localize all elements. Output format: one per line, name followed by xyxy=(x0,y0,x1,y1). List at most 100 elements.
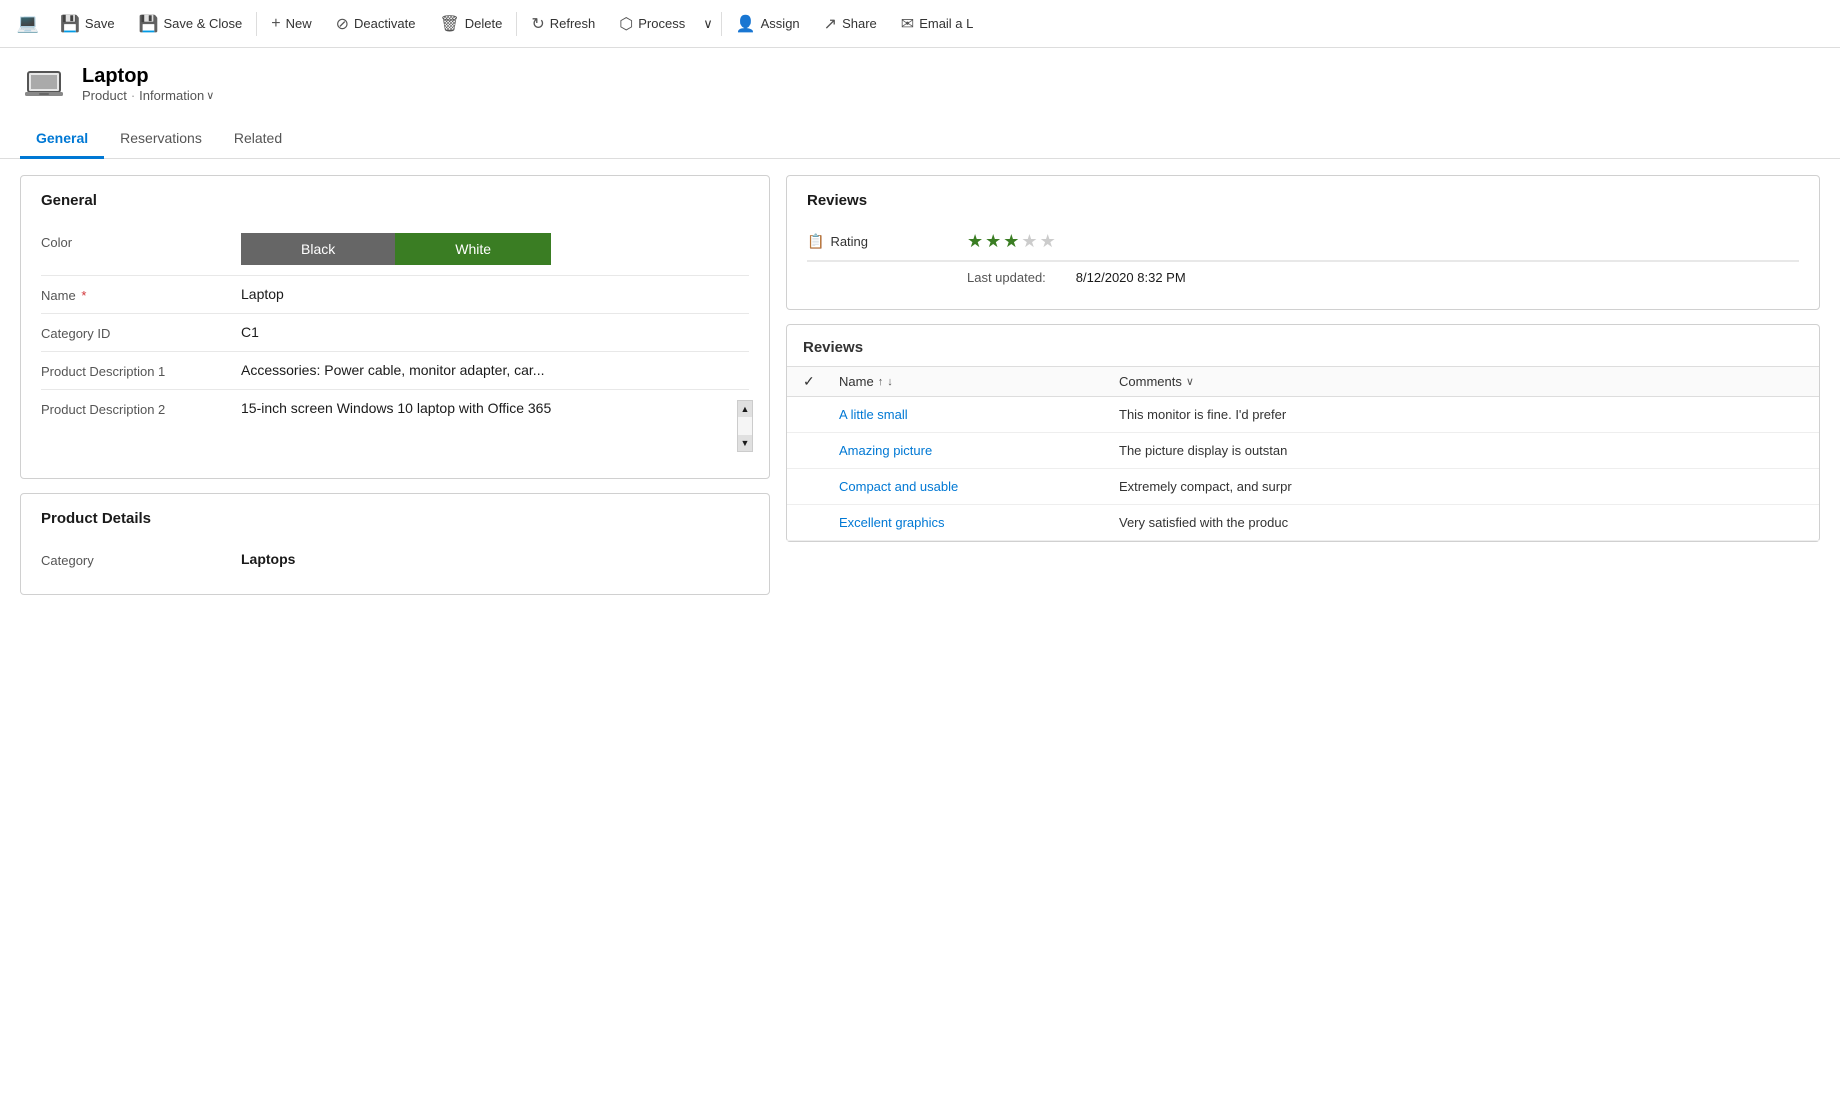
star-3: ★ xyxy=(1003,231,1019,252)
email-icon: ✉ xyxy=(901,14,914,34)
category-id-label: Category ID xyxy=(41,324,241,341)
tabs-bar: General Reservations Related xyxy=(0,120,1840,159)
reviews-summary-card: Reviews 📋 Rating ★ ★ ★ ★ ★ xyxy=(786,175,1820,310)
table-row: A little small This monitor is fine. I'd… xyxy=(787,397,1819,433)
product-icon xyxy=(20,60,68,108)
review-row-1-name[interactable]: A little small xyxy=(839,407,1119,422)
breadcrumb-separator: · xyxy=(131,88,135,103)
process-dropdown-arrow[interactable]: ∨ xyxy=(697,10,719,38)
star-2: ★ xyxy=(985,231,1001,252)
breadcrumb-info-dropdown[interactable]: Information ∨ xyxy=(139,88,214,103)
tab-related[interactable]: Related xyxy=(218,120,298,159)
star-5: ★ xyxy=(1040,231,1056,252)
email-button[interactable]: ✉ Email a L xyxy=(889,0,986,47)
table-row: Compact and usable Extremely compact, an… xyxy=(787,469,1819,505)
sort-desc-icon[interactable]: ↓ xyxy=(887,376,893,388)
comments-header-col[interactable]: Comments ∨ xyxy=(1119,374,1803,389)
refresh-button[interactable]: ↻ Refresh xyxy=(519,0,607,47)
table-row: Excellent graphics Very satisfied with t… xyxy=(787,505,1819,541)
breadcrumb: Product · Information ∨ xyxy=(82,88,214,103)
scroll-bar: ▲ ▼ xyxy=(737,400,753,452)
name-header-col[interactable]: Name ↑ ↓ xyxy=(839,374,1119,389)
review-row-3-name[interactable]: Compact and usable xyxy=(839,479,1119,494)
required-marker: * xyxy=(81,288,86,303)
deactivate-icon: ⊘ xyxy=(336,14,349,34)
review-row-1-comment: This monitor is fine. I'd prefer xyxy=(1119,407,1803,422)
toolbar-divider-3 xyxy=(721,12,722,36)
save-icon: 💾 xyxy=(60,14,80,34)
new-icon: + xyxy=(271,15,280,33)
category-id-value: C1 xyxy=(241,324,749,340)
process-dropdown[interactable]: ⬡ Process ∨ xyxy=(607,8,718,40)
breadcrumb-info-label: Information xyxy=(139,88,204,103)
tab-reservations[interactable]: Reservations xyxy=(104,120,218,159)
product-details-card: Product Details Category Laptops xyxy=(20,493,770,595)
general-card: General Color Black White Name * Laptop xyxy=(20,175,770,479)
save-close-icon: 💾 xyxy=(139,14,159,34)
reviews-table-body: A little small This monitor is fine. I'd… xyxy=(787,397,1819,541)
scroll-up-button[interactable]: ▲ xyxy=(738,401,752,417)
scroll-down-button[interactable]: ▼ xyxy=(738,435,752,451)
delete-icon: 🗑 xyxy=(439,14,459,34)
save-button[interactable]: 💾 Save xyxy=(48,0,127,47)
delete-button[interactable]: 🗑 Delete xyxy=(427,0,514,47)
back-icon: 💻 xyxy=(17,13,39,34)
reviews-table-card: Reviews ✓ Name ↑ ↓ Comments ∨ A xyxy=(786,324,1820,542)
save-close-button[interactable]: 💾 Save & Close xyxy=(127,0,255,47)
review-row-2-name[interactable]: Amazing picture xyxy=(839,443,1119,458)
share-icon: ↗ xyxy=(824,14,837,34)
header-info: Laptop Product · Information ∨ xyxy=(82,65,214,103)
back-button[interactable]: 💻 xyxy=(8,0,48,48)
right-panel: Reviews 📋 Rating ★ ★ ★ ★ ★ xyxy=(786,175,1820,1079)
assign-icon: 👤 xyxy=(736,14,756,34)
star-4: ★ xyxy=(1021,231,1037,252)
rating-row: 📋 Rating ★ ★ ★ ★ ★ xyxy=(807,223,1799,261)
review-row-4-name[interactable]: Excellent graphics xyxy=(839,515,1119,530)
page-header: Laptop Product · Information ∨ xyxy=(0,48,1840,112)
breadcrumb-chevron-icon: ∨ xyxy=(206,89,214,102)
name-field-row: Name * Laptop xyxy=(41,276,749,314)
reviews-table-header: ✓ Name ↑ ↓ Comments ∨ xyxy=(787,366,1819,397)
category-field-row: Category Laptops xyxy=(41,541,749,578)
product-desc2-field-row: Product Description 2 15-inch screen Win… xyxy=(41,390,749,462)
toolbar-divider-2 xyxy=(516,12,517,36)
main-content: General Color Black White Name * Laptop xyxy=(0,159,1840,1095)
last-updated-row: Last updated: 8/12/2020 8:32 PM xyxy=(807,261,1799,293)
color-button-group: Black White xyxy=(241,233,749,265)
name-label: Name * xyxy=(41,286,241,303)
category-id-field-row: Category ID C1 xyxy=(41,314,749,352)
laptop-svg-icon xyxy=(24,64,64,104)
color-white-button[interactable]: White xyxy=(395,233,551,265)
reviews-table-title: Reviews xyxy=(787,325,1819,366)
checkmark-header-icon: ✓ xyxy=(803,373,815,389)
comments-sort-icon[interactable]: ∨ xyxy=(1186,375,1194,388)
color-black-button[interactable]: Black xyxy=(241,233,395,265)
color-field-value: Black White xyxy=(241,233,749,265)
sort-asc-icon[interactable]: ↑ xyxy=(878,376,884,388)
share-button[interactable]: ↗ Share xyxy=(812,0,889,47)
chevron-down-icon: ∨ xyxy=(703,16,713,32)
assign-button[interactable]: 👤 Assign xyxy=(724,0,812,47)
product-desc1-value: Accessories: Power cable, monitor adapte… xyxy=(241,362,749,378)
last-updated-label-text: Last updated: xyxy=(967,270,1046,285)
name-col-label: Name xyxy=(839,374,874,389)
toolbar-divider-1 xyxy=(256,12,257,36)
rating-label: 📋 Rating xyxy=(807,233,967,250)
rating-icon: 📋 xyxy=(807,233,824,250)
color-label: Color xyxy=(41,233,241,250)
breadcrumb-product: Product xyxy=(82,88,127,103)
new-button[interactable]: + New xyxy=(259,0,323,47)
process-icon: ⬡ xyxy=(619,14,633,34)
tab-general[interactable]: General xyxy=(20,120,104,159)
rating-value: ★ ★ ★ ★ ★ xyxy=(967,231,1799,252)
left-panel: General Color Black White Name * Laptop xyxy=(20,175,770,1079)
product-desc1-label: Product Description 1 xyxy=(41,362,241,379)
color-field-row: Color Black White xyxy=(41,223,749,276)
page-title: Laptop xyxy=(82,65,214,88)
review-row-3-comment: Extremely compact, and surpr xyxy=(1119,479,1803,494)
deactivate-button[interactable]: ⊘ Deactivate xyxy=(324,0,428,47)
check-header-col: ✓ xyxy=(803,373,839,390)
process-button[interactable]: ⬡ Process xyxy=(607,8,697,40)
general-card-title: General xyxy=(41,192,749,209)
review-row-2-comment: The picture display is outstan xyxy=(1119,443,1803,458)
